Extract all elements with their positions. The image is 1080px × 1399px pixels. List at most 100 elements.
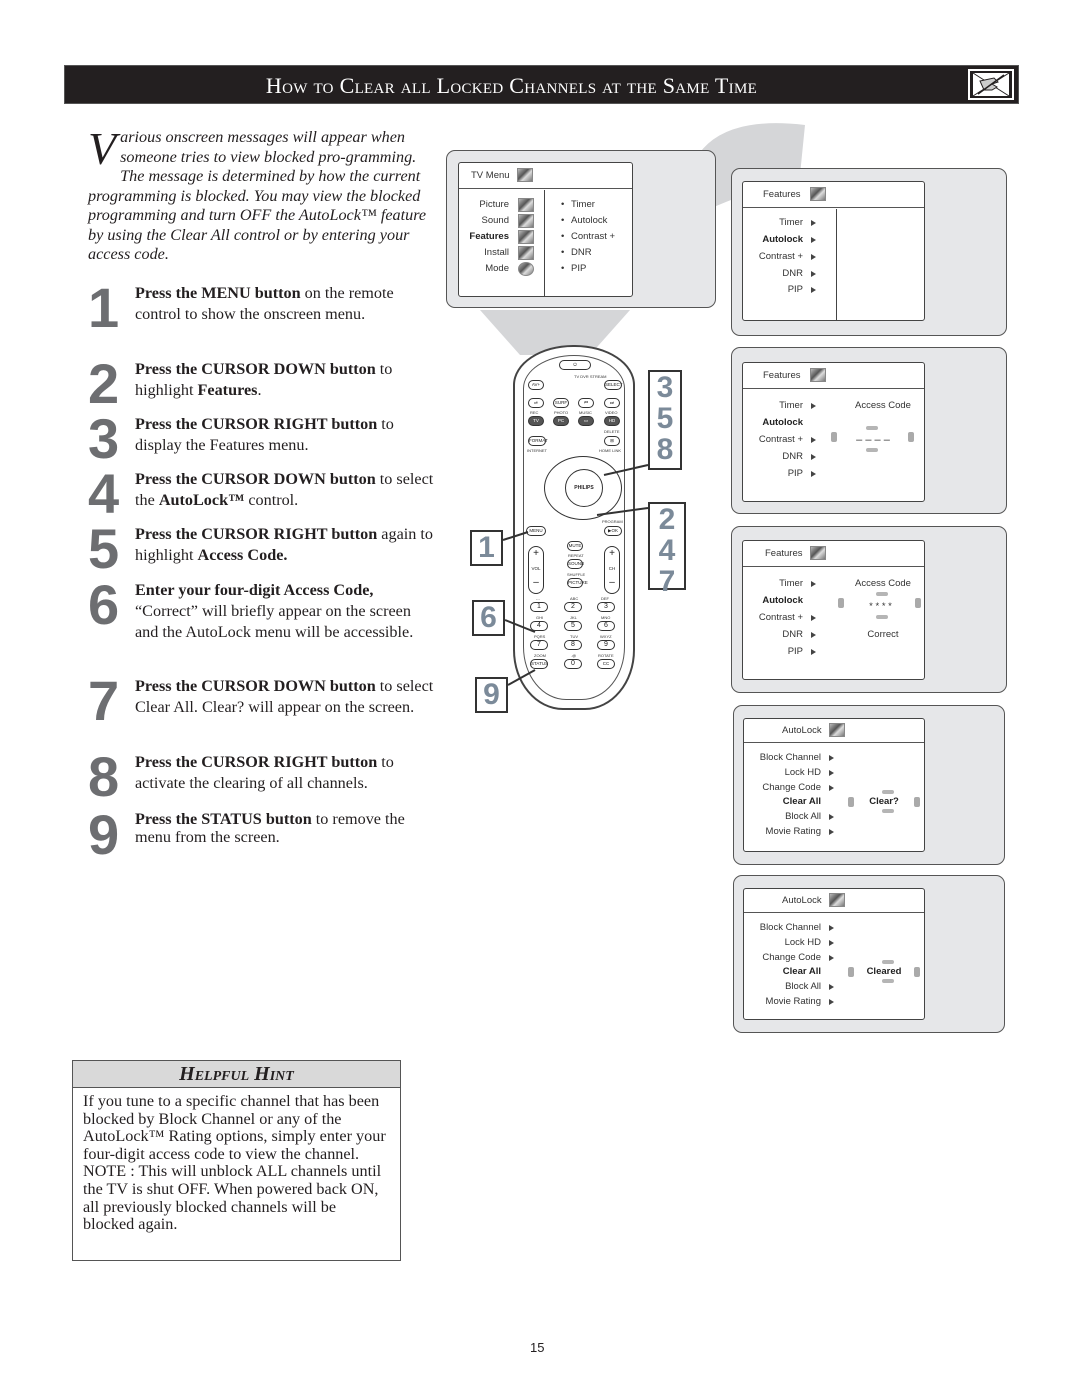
menu-item-label: Autolock xyxy=(762,234,803,245)
menu-item-label: Lock HD xyxy=(784,767,821,778)
menu-item-contrast[interactable]: Contrast + xyxy=(743,433,836,447)
menu-item-label: Block Channel xyxy=(759,922,821,933)
bullet: • xyxy=(561,263,565,274)
step-bold: Press the CURSOR DOWN button xyxy=(135,677,376,695)
menu-item-lock-hd[interactable]: Lock HD xyxy=(744,936,844,950)
step-number: 7 xyxy=(88,669,119,732)
menu-item-lock-hd[interactable]: Lock HD xyxy=(744,766,844,780)
music-button[interactable]: ▭ xyxy=(578,416,594,426)
ok-button[interactable]: ▶OK xyxy=(604,526,622,536)
menu-header: AutoLock xyxy=(744,719,924,743)
menu-item-label: Picture xyxy=(479,199,509,210)
menu-item-movie-rating[interactable]: Movie Rating xyxy=(744,825,844,839)
menu-item-timer[interactable]: Timer xyxy=(743,399,836,413)
format-button[interactable]: FORMAT xyxy=(528,436,548,446)
menu-header: Features xyxy=(743,363,924,389)
menu-item-autolock[interactable]: Autolock xyxy=(743,233,836,247)
step-number: 1 xyxy=(88,276,119,339)
channel-rocker[interactable]: + CH – xyxy=(604,546,620,594)
menu-item-block-all[interactable]: Block All xyxy=(744,810,844,824)
menu-item-pip[interactable]: PIP xyxy=(743,283,836,297)
step-bold: Enter your four-digit Access Code, xyxy=(135,581,374,599)
menu-item-timer[interactable]: Timer xyxy=(743,577,836,591)
key-4[interactable]: 4 xyxy=(530,621,548,631)
mute-button[interactable]: MUTE xyxy=(567,541,583,551)
key-1[interactable]: 1 xyxy=(530,602,548,612)
nav-left-icon xyxy=(848,967,854,977)
submenu-item[interactable]: • Autolock xyxy=(545,214,633,228)
autolock-icon xyxy=(829,893,845,907)
label-stream: STREAM xyxy=(589,374,607,379)
menu-item-picture[interactable]: Picture xyxy=(459,198,544,212)
key-0[interactable]: 0 xyxy=(564,659,582,669)
menu-item-dnr[interactable]: DNR xyxy=(743,628,836,642)
menu-body: Picture Sound Features Install Mode • Tim… xyxy=(459,190,632,296)
av-button[interactable]: AV+ xyxy=(528,380,544,390)
menu-item-features[interactable]: Features xyxy=(459,230,544,244)
forward-button[interactable]: ⏭ xyxy=(604,398,620,408)
menu-item-clear-all[interactable]: Clear All xyxy=(744,795,844,809)
tv-button[interactable]: TV xyxy=(528,416,544,426)
play-pause-button[interactable]: ⏯ xyxy=(528,398,544,408)
features-menu: Features Timer Autolock Contrast + DNR P… xyxy=(742,181,925,321)
hd-button[interactable]: HD xyxy=(604,416,620,426)
menu-item-block-channel[interactable]: Block Channel xyxy=(744,921,844,935)
menu-item-autolock[interactable]: Autolock xyxy=(743,594,836,608)
menu-item-label: Block All xyxy=(785,981,821,992)
nav-right-icon xyxy=(914,967,920,977)
menu-item-dnr[interactable]: DNR xyxy=(743,267,836,281)
menu-item-block-all[interactable]: Block All xyxy=(744,980,844,994)
cc-button[interactable]: CC xyxy=(597,659,615,669)
menu-item-install[interactable]: Install xyxy=(459,246,544,260)
key-7[interactable]: 7 xyxy=(530,640,548,650)
menu-item-pip[interactable]: PIP xyxy=(743,645,836,659)
menu-item-pip[interactable]: PIP xyxy=(743,467,836,481)
cursor-dpad[interactable]: PHILIPS xyxy=(544,456,622,520)
key-sub-label: DEF xyxy=(601,596,609,601)
key-3[interactable]: 3 xyxy=(597,602,615,612)
menu-item-dnr[interactable]: DNR xyxy=(743,450,836,464)
screen-features-1: Features Timer Autolock Contrast + DNR P… xyxy=(731,168,1007,336)
key-6[interactable]: 6 xyxy=(597,621,615,631)
menu-item-contrast[interactable]: Contrast + xyxy=(743,611,836,625)
key-5[interactable]: 5 xyxy=(564,621,582,631)
submenu-item[interactable]: • PIP xyxy=(545,262,633,276)
arrow-right-icon xyxy=(829,814,834,820)
rewind-button[interactable]: ⏮ xyxy=(578,398,594,408)
surf-button[interactable]: SURF xyxy=(553,398,569,408)
volume-rocker[interactable]: + VOL – xyxy=(528,546,544,594)
menu-item-change-code[interactable]: Change Code xyxy=(744,951,844,965)
key-9[interactable]: 9 xyxy=(597,640,615,650)
menu-button[interactable]: MENU xyxy=(526,526,546,536)
menu-body: Timer Autolock Contrast + DNR PIP Access… xyxy=(743,568,924,679)
sound-button[interactable]: SOUND xyxy=(567,559,584,569)
submenu-item[interactable]: • Timer xyxy=(545,198,633,212)
menu-item-mode[interactable]: Mode xyxy=(459,262,544,276)
nav-left-icon xyxy=(848,797,854,807)
menu-item-change-code[interactable]: Change Code xyxy=(744,781,844,795)
menu-item-movie-rating[interactable]: Movie Rating xyxy=(744,995,844,1009)
hint-note: NOTE : This will unblock ALL channels un… xyxy=(83,1162,382,1234)
menu-item-autolock[interactable]: Autolock xyxy=(743,416,836,430)
menu-item-block-channel[interactable]: Block Channel xyxy=(744,751,844,765)
access-code-input[interactable]: * * * * xyxy=(848,600,913,614)
submenu-item[interactable]: • DNR xyxy=(545,246,633,260)
menu-item-clear-all[interactable]: Clear All xyxy=(744,965,844,979)
key-8[interactable]: 8 xyxy=(564,640,582,650)
picture-button[interactable]: PICTURE xyxy=(567,578,588,588)
pc-button[interactable]: PC xyxy=(553,416,569,426)
home-link-button[interactable]: ⊞ xyxy=(604,436,620,446)
select-button[interactable]: SELECT xyxy=(604,380,623,390)
access-code-input[interactable]: – – – – xyxy=(843,433,903,447)
submenu-item[interactable]: • Contrast + xyxy=(545,230,633,244)
menu-item-sound[interactable]: Sound xyxy=(459,214,544,228)
power-button[interactable]: ⏻ xyxy=(559,360,591,370)
step-bold: Access Code. xyxy=(197,546,288,564)
arrow-right-icon xyxy=(829,925,834,931)
status-button[interactable]: STATUS xyxy=(530,659,548,669)
key-sub-label: -.- xyxy=(536,596,540,601)
features-menu: Features Timer Autolock Contrast + DNR P… xyxy=(742,540,925,680)
menu-item-contrast[interactable]: Contrast + xyxy=(743,250,836,264)
menu-item-timer[interactable]: Timer xyxy=(743,216,836,230)
key-2[interactable]: 2 xyxy=(564,602,582,612)
